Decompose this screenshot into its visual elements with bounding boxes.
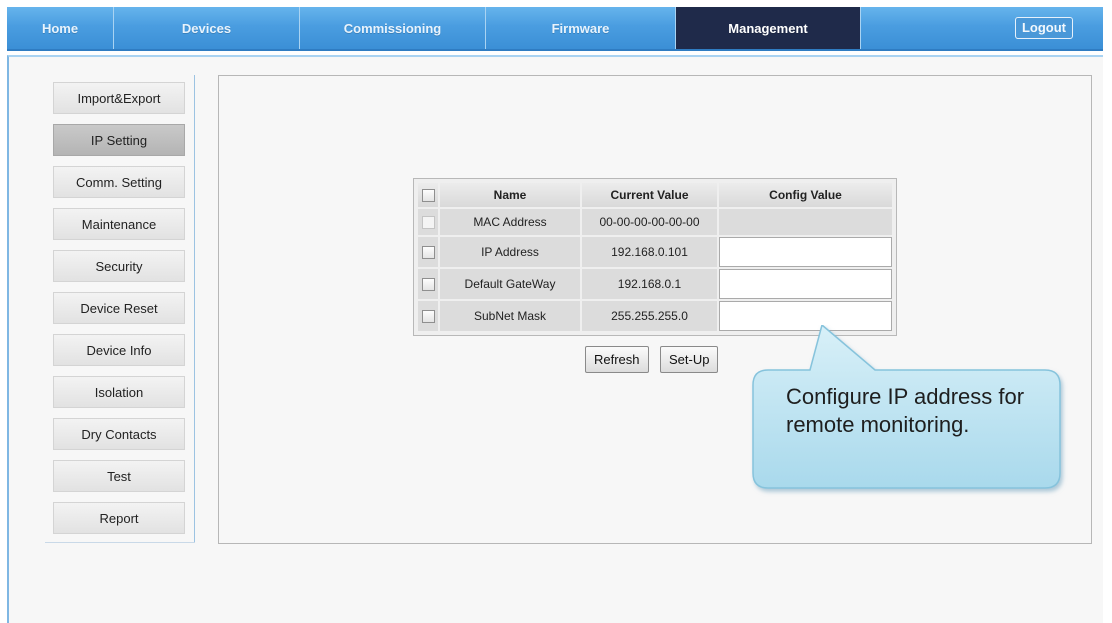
side-item-import-export[interactable]: Import&Export (53, 82, 185, 114)
side-item-report[interactable]: Report (53, 502, 185, 534)
row-check-cell (418, 237, 438, 267)
side-item-isolation[interactable]: Isolation (53, 376, 185, 408)
header-current-value: Current Value (582, 183, 717, 207)
side-item-comm-setting[interactable]: Comm. Setting (53, 166, 185, 198)
tab-firmware[interactable]: Firmware (486, 7, 676, 49)
table-row: MAC Address 00-00-00-00-00-00 (418, 209, 892, 235)
cell-current-value: 192.168.0.101 (582, 237, 717, 267)
logout-button[interactable]: Logout (1014, 17, 1073, 39)
side-item-device-reset[interactable]: Device Reset (53, 292, 185, 324)
cell-name: IP Address (440, 237, 580, 267)
select-all-cell (418, 183, 438, 207)
cell-config-input (719, 237, 892, 267)
tab-commissioning[interactable]: Commissioning (300, 7, 486, 49)
ip-settings-table: Name Current Value Config Value MAC Addr… (413, 178, 897, 336)
table-row: Default GateWay 192.168.0.1 (418, 269, 892, 299)
ip-address-config-input[interactable] (720, 238, 891, 266)
tab-devices-label: Devices (181, 20, 232, 36)
side-menu: Import&Export IP Setting Comm. Setting M… (45, 75, 195, 543)
row-checkbox-ip[interactable] (421, 246, 435, 260)
cell-current-value: 255.255.255.0 (582, 301, 717, 331)
side-item-security[interactable]: Security (53, 250, 185, 282)
tab-home[interactable]: Home (7, 7, 114, 49)
tab-firmware-label: Firmware (551, 20, 610, 36)
cell-name: SubNet Mask (440, 301, 580, 331)
tab-home-label: Home (41, 20, 79, 36)
top-navigation: Home Devices Commissioning Firmware Mana… (7, 7, 1103, 51)
setup-button[interactable]: Set-Up (660, 346, 719, 373)
row-checkbox-subnet[interactable] (421, 310, 435, 324)
row-checkbox-gateway[interactable] (421, 278, 435, 292)
cell-name: MAC Address (440, 209, 580, 235)
cell-config-value (719, 209, 892, 235)
tab-commissioning-label: Commissioning (343, 20, 442, 36)
side-item-dry-contacts[interactable]: Dry Contacts (53, 418, 185, 450)
cell-current-value: 192.168.0.1 (582, 269, 717, 299)
cell-config-input (719, 269, 892, 299)
tab-management[interactable]: Management (676, 7, 861, 49)
table-header-row: Name Current Value Config Value (418, 183, 892, 207)
tab-management-label: Management (728, 20, 808, 36)
row-check-cell (418, 269, 438, 299)
nav-spacer: Logout (861, 7, 1103, 49)
side-item-maintenance[interactable]: Maintenance (53, 208, 185, 240)
row-checkbox-mac (421, 216, 435, 230)
cell-current-value: 00-00-00-00-00-00 (582, 209, 717, 235)
callout-text: Configure IP address for remote monitori… (786, 384, 1025, 437)
row-check-cell (418, 301, 438, 331)
side-item-test[interactable]: Test (53, 460, 185, 492)
tab-devices[interactable]: Devices (114, 7, 300, 49)
side-item-ip-setting[interactable]: IP Setting (53, 124, 185, 156)
table-row: IP Address 192.168.0.101 (418, 237, 892, 267)
header-config-value: Config Value (719, 183, 892, 207)
select-all-checkbox[interactable] (421, 189, 435, 203)
side-item-device-info[interactable]: Device Info (53, 334, 185, 366)
refresh-button[interactable]: Refresh (585, 346, 649, 373)
cell-name: Default GateWay (440, 269, 580, 299)
row-check-cell (418, 209, 438, 235)
header-name: Name (440, 183, 580, 207)
gateway-config-input[interactable] (720, 270, 891, 298)
